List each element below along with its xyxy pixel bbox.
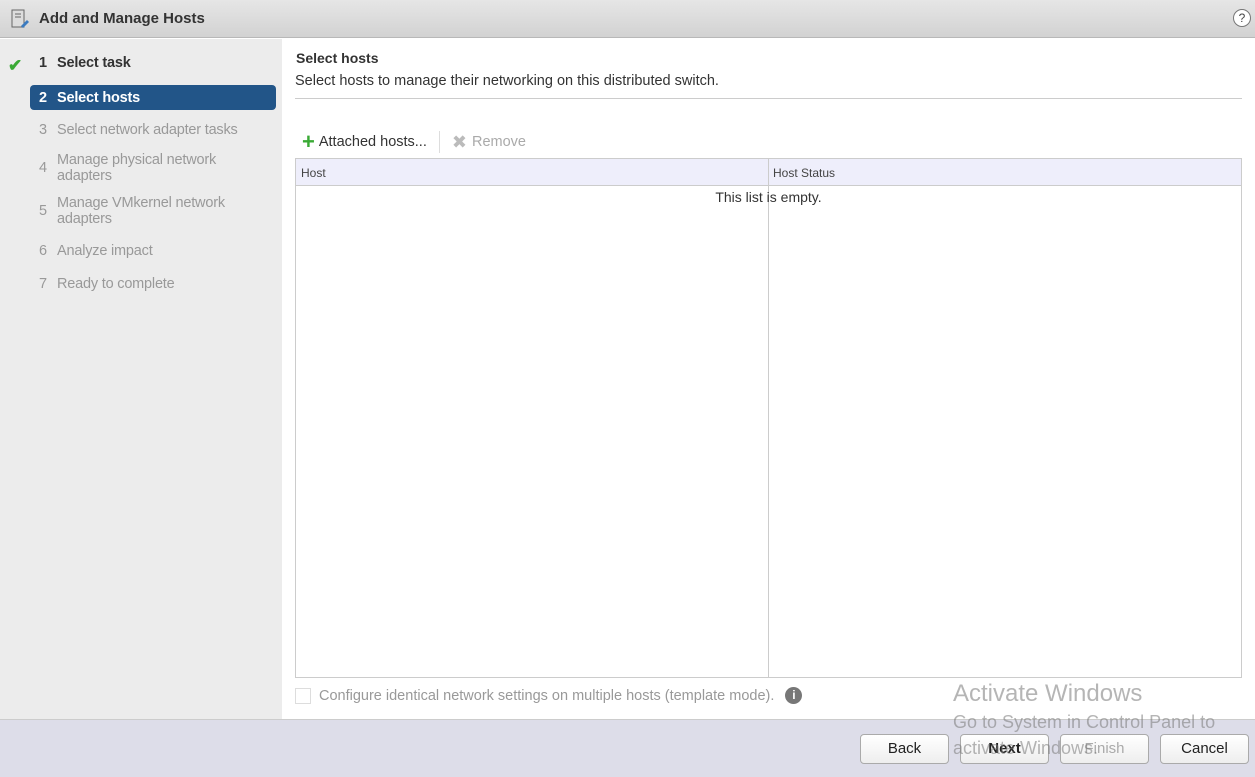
column-host-status[interactable]: Host Status bbox=[768, 159, 840, 185]
info-icon[interactable]: i bbox=[785, 687, 803, 704]
step-number: 3 bbox=[39, 122, 47, 138]
template-mode-label: Configure identical network settings on … bbox=[319, 687, 775, 704]
step-label: Analyze impact bbox=[57, 243, 153, 259]
empty-message: This list is empty. bbox=[715, 189, 822, 205]
step-label: Select network adapter tasks bbox=[57, 122, 238, 138]
step-label: Select task bbox=[57, 55, 131, 71]
step-number: 2 bbox=[39, 89, 47, 106]
column-host[interactable]: Host bbox=[296, 159, 768, 185]
wizard-footer: Back Next Finish Cancel bbox=[0, 719, 1255, 777]
step-vmkernel-adapters: 5 Manage VMkernel network adapters bbox=[30, 195, 250, 227]
remove-label: Remove bbox=[471, 134, 526, 150]
cancel-button[interactable]: Cancel bbox=[1160, 734, 1249, 764]
step-number: 5 bbox=[39, 203, 47, 219]
remove-icon: ✖ bbox=[451, 131, 467, 152]
help-icon[interactable]: ? bbox=[1233, 9, 1251, 27]
step-select-task[interactable]: 1 Select task bbox=[30, 55, 276, 71]
hosts-table: Host Host Status This list is empty. bbox=[295, 158, 1242, 678]
step-physical-adapters: 4 Manage physical network adapters bbox=[30, 152, 250, 184]
step-select-hosts[interactable]: 2 Select hosts bbox=[30, 85, 276, 110]
step-number: 6 bbox=[39, 243, 47, 259]
step-analyze-impact: 6 Analyze impact bbox=[30, 243, 276, 259]
step-label: Manage physical network adapters bbox=[57, 152, 217, 184]
plus-icon: + bbox=[302, 129, 315, 154]
wizard-steps: ✔ 1 Select task 2 Select hosts 3 Select net… bbox=[0, 39, 282, 719]
check-icon: ✔ bbox=[8, 56, 23, 75]
page-title: Select hosts bbox=[296, 50, 379, 66]
main-panel: Select hosts Select hosts to manage thei… bbox=[282, 39, 1255, 719]
step-label: Ready to complete bbox=[57, 276, 175, 292]
finish-button: Finish bbox=[1060, 734, 1149, 764]
host-wizard-icon bbox=[11, 9, 29, 28]
toolbar-separator bbox=[438, 131, 440, 153]
title-bar: Add and Manage Hosts ? bbox=[0, 0, 1255, 38]
attached-hosts-button[interactable]: + Attached hosts... bbox=[302, 129, 427, 154]
step-number: 1 bbox=[39, 55, 47, 71]
step-number: 4 bbox=[39, 160, 47, 176]
column-divider bbox=[768, 159, 769, 677]
step-network-adapter-tasks: 3 Select network adapter tasks bbox=[30, 122, 276, 138]
remove-button: ✖ Remove bbox=[452, 132, 526, 153]
next-button[interactable]: Next bbox=[960, 734, 1049, 764]
window-title: Add and Manage Hosts bbox=[39, 10, 205, 27]
back-button[interactable]: Back bbox=[860, 734, 949, 764]
attached-hosts-label: Attached hosts... bbox=[318, 134, 427, 150]
step-number: 7 bbox=[39, 276, 47, 292]
step-label: Manage VMkernel network adapters bbox=[57, 195, 225, 227]
step-ready-to-complete: 7 Ready to complete bbox=[30, 276, 276, 292]
divider bbox=[295, 98, 1242, 99]
toolbar: + Attached hosts... ✖ Remove bbox=[302, 131, 526, 153]
page-subtitle: Select hosts to manage their networking … bbox=[295, 73, 719, 89]
template-mode-checkbox[interactable] bbox=[295, 687, 311, 704]
template-mode-option: Configure identical network settings on … bbox=[295, 687, 803, 704]
step-label: Select hosts bbox=[57, 89, 141, 106]
